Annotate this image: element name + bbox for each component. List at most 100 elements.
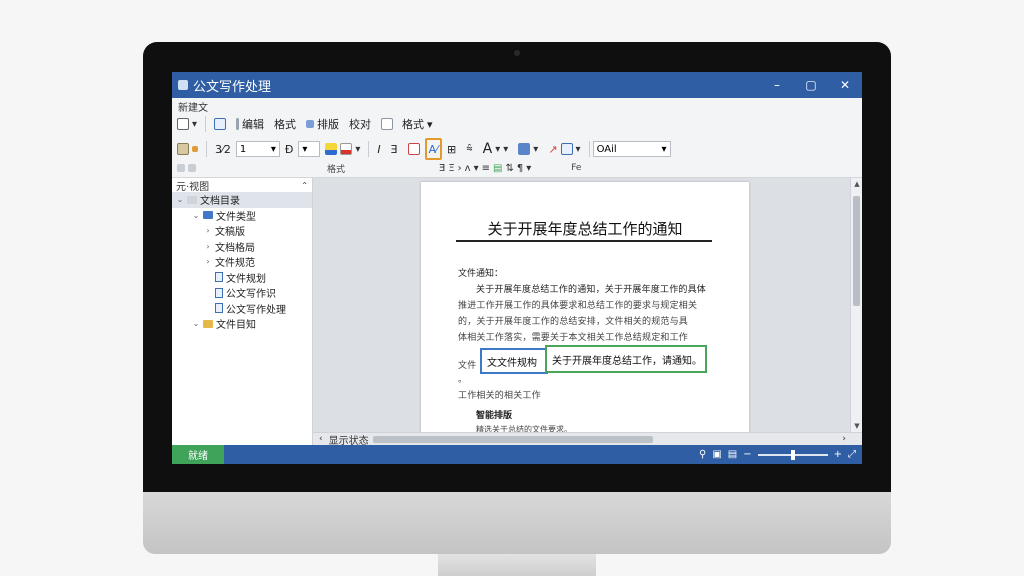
new-doc-button[interactable]: ▾ bbox=[172, 112, 202, 136]
horizontal-scrollbar[interactable]: ‹ 显示状态 › bbox=[313, 432, 862, 447]
monitor-chin bbox=[143, 492, 891, 554]
edit-icon bbox=[236, 118, 240, 130]
fit-page-icon[interactable]: ⤢ bbox=[848, 449, 856, 460]
scroll-left-icon[interactable]: ‹ bbox=[319, 434, 323, 444]
nav-item[interactable]: ⌄ 文件目知 bbox=[172, 316, 312, 332]
hscroll-thumb[interactable] bbox=[373, 436, 653, 443]
list-indicator[interactable]: 3⁄2 bbox=[210, 138, 236, 160]
close-button[interactable]: ✕ bbox=[828, 72, 862, 98]
font-color-button[interactable]: A ▾ ▾ bbox=[478, 138, 514, 160]
scroll-down-icon[interactable]: ▼ bbox=[851, 422, 862, 430]
expand-arrow-icon[interactable]: ⌄ bbox=[176, 195, 184, 204]
edit-tab[interactable]: 编辑 bbox=[231, 112, 269, 136]
style-select[interactable]: ▾ bbox=[298, 141, 321, 157]
font-size-value: 1 bbox=[239, 143, 247, 155]
nav-item[interactable]: › 文件规范 bbox=[172, 254, 312, 270]
indent-icon[interactable]: › bbox=[458, 163, 462, 174]
expand-arrow-icon[interactable]: › bbox=[204, 242, 212, 251]
zoom-in-icon[interactable]: + bbox=[834, 449, 842, 460]
maximize-button[interactable]: ▢ bbox=[794, 72, 828, 98]
nav-item[interactable]: › 文档格局 bbox=[172, 239, 312, 255]
web-view-icon[interactable]: ▤ bbox=[728, 449, 737, 460]
separator bbox=[588, 141, 590, 157]
nav-item[interactable]: ⌄ 文档目录 bbox=[172, 192, 312, 208]
strike-button[interactable]: Ǝ bbox=[386, 138, 403, 160]
paragraph-line: 。 bbox=[458, 375, 468, 385]
italic-button[interactable]: I bbox=[372, 138, 385, 160]
title-rule bbox=[456, 240, 712, 242]
sort-icon[interactable]: ⇅ bbox=[505, 163, 513, 174]
vertical-scrollbar[interactable]: ▲ ▼ bbox=[850, 178, 862, 432]
zoom-knob[interactable] bbox=[790, 449, 795, 460]
document-icon bbox=[215, 272, 223, 283]
text-direction-icon[interactable]: ʌ bbox=[465, 163, 471, 174]
image-button[interactable]: ▾ bbox=[513, 138, 543, 160]
italic-label: I bbox=[377, 142, 381, 156]
nav-item-label: 文件规范 bbox=[215, 258, 255, 270]
dropdown-caret: ▾ bbox=[575, 143, 581, 155]
align-left-icon[interactable]: Ǝ bbox=[439, 163, 445, 174]
paragraph-line: 推进工作开展工作的具体要求和总结工作的要求与规定相关 bbox=[458, 301, 698, 311]
highlight-button[interactable]: ▾ bbox=[320, 138, 365, 160]
increase-font-button[interactable]: Ð bbox=[280, 138, 299, 160]
nav-item[interactable]: 公文写作识 bbox=[172, 285, 312, 301]
expand-arrow-icon[interactable]: ⌄ bbox=[192, 319, 200, 328]
font-size-select[interactable]: 1 ▾ bbox=[235, 141, 280, 157]
document-page[interactable]: 关于开展年度总结工作的通知 文件通知： 关于开展年度总结工作的通知，关于开展年度… bbox=[421, 182, 749, 432]
expand-arrow-icon[interactable]: ⌄ bbox=[192, 211, 200, 220]
link-button[interactable]: ↗ ▾ bbox=[543, 138, 585, 160]
show-marks-icon[interactable]: ¶ bbox=[517, 163, 523, 174]
text-effect-button[interactable]: A⁄ bbox=[424, 138, 442, 160]
nav-item[interactable]: 公文写作处理 bbox=[172, 301, 312, 317]
nav-item[interactable]: ⌄ 文件类型 bbox=[172, 208, 312, 224]
format-tab[interactable]: 格式 bbox=[269, 112, 301, 136]
minimize-button[interactable]: – bbox=[760, 72, 794, 98]
collapse-icon[interactable]: ⌃ bbox=[301, 181, 308, 190]
nav-item[interactable]: › 文稿版 bbox=[172, 223, 312, 239]
read-mode-icon[interactable]: ⚲ bbox=[699, 449, 706, 460]
review-tab[interactable]: 校对 bbox=[344, 112, 376, 136]
nav-item[interactable]: 文件规划 bbox=[172, 270, 312, 286]
expand-arrow-icon[interactable]: › bbox=[204, 257, 212, 266]
status-badge: 就绪 bbox=[172, 445, 224, 464]
scroll-up-icon[interactable]: ▲ bbox=[851, 180, 862, 188]
align-center-icon[interactable]: Ξ bbox=[448, 163, 454, 174]
clear-format-icon bbox=[407, 143, 420, 155]
table-icon: ⊞ bbox=[446, 142, 457, 156]
font-name-select[interactable]: OAil ▾ bbox=[592, 141, 671, 157]
status-bar: 就绪 ⚲ ▣ ▤ − + ⤢ bbox=[172, 445, 862, 464]
expand-arrow-icon[interactable]: › bbox=[204, 226, 212, 235]
style-group-label: 格式 bbox=[327, 164, 346, 175]
para-group-label-box: Fe bbox=[566, 160, 586, 176]
separator bbox=[368, 141, 370, 157]
nav-item-label: 文稿版 bbox=[215, 227, 245, 239]
scroll-thumb[interactable] bbox=[853, 196, 860, 306]
chevron-down-icon: ▾ bbox=[661, 143, 667, 155]
insert-tab[interactable]: 格式 ▾ bbox=[376, 112, 438, 136]
tag-callout[interactable]: 文文件规构 bbox=[480, 348, 548, 374]
paragraph-line: 工作相关的相关工作 bbox=[458, 391, 541, 401]
scroll-right-icon[interactable]: › bbox=[842, 434, 846, 444]
page-view-icon[interactable]: ▣ bbox=[712, 449, 721, 460]
edit-button[interactable] bbox=[209, 112, 231, 136]
suggestion-callout[interactable]: 关于开展年度总结工作，请通知。 bbox=[545, 345, 707, 373]
title-bar: 公文写作处理 – ▢ ✕ bbox=[172, 72, 862, 98]
zoom-slider[interactable] bbox=[757, 449, 828, 460]
folder-icon bbox=[203, 211, 213, 220]
insert-caret: ▾ bbox=[427, 117, 433, 131]
layout-tab[interactable]: 排版 bbox=[301, 112, 344, 136]
salutation: 文件通知： bbox=[458, 269, 504, 279]
status-tools: ⚲ ▣ ▤ − + ⤢ bbox=[699, 445, 856, 464]
zoom-out-icon[interactable]: − bbox=[743, 449, 751, 460]
paste-button[interactable] bbox=[172, 138, 203, 160]
dropdown-caret: ▾ bbox=[495, 143, 501, 155]
font-color-label: A bbox=[482, 141, 493, 157]
shape-button[interactable]: ⩯ bbox=[461, 138, 477, 160]
window-controls: – ▢ ✕ bbox=[760, 72, 862, 98]
border-icon[interactable]: ▤ bbox=[493, 163, 502, 174]
navigation-pane: 元·视图 ⌃ ⌄ 文档目录 ⌄ 文件类型 › 文稿版 › 文档格局 › 文件规范 文件规划 公文写作识… bbox=[172, 178, 313, 445]
clear-format-button[interactable] bbox=[403, 138, 425, 160]
line-spacing-icon[interactable]: ≡ bbox=[482, 163, 490, 174]
cut-icon bbox=[177, 164, 185, 172]
table-button[interactable]: ⊞ bbox=[442, 138, 461, 160]
